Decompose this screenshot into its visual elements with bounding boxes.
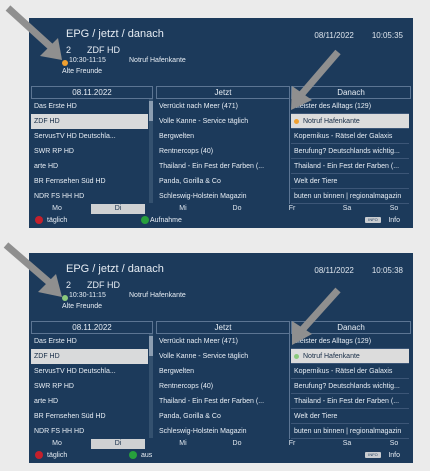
arrow-icon <box>5 5 55 51</box>
arrow-icon <box>298 49 341 98</box>
annotation-arrows <box>3 5 341 345</box>
arrow-icon <box>299 287 341 333</box>
arrow-icon <box>3 242 53 286</box>
